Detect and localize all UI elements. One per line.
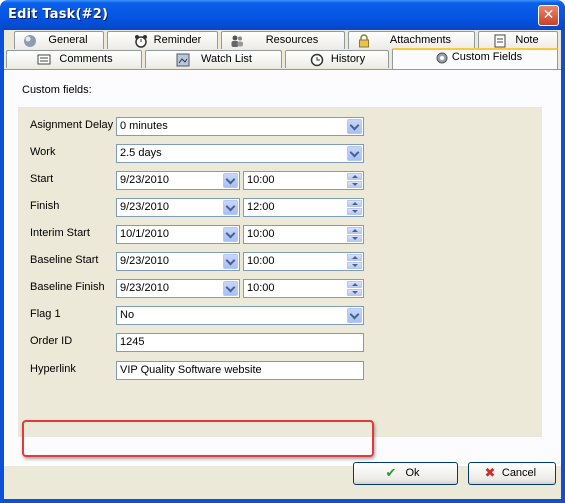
field-value: 0 minutes xyxy=(120,120,168,132)
spin-down-icon[interactable] xyxy=(347,235,362,242)
field-value: 1245 xyxy=(120,336,145,348)
field-value: 9/23/2010 xyxy=(120,282,169,294)
field-label: Start xyxy=(30,173,54,185)
tab-attachments[interactable]: Attachments xyxy=(348,31,475,49)
field-label: Interim Start xyxy=(30,227,90,239)
tab-comments[interactable]: Comments xyxy=(6,50,142,68)
baseline-start-time-spinner[interactable]: 10:00 xyxy=(243,252,364,271)
field-value: VIP Quality Software website xyxy=(120,364,262,376)
finish-time-spinner[interactable]: 12:00 xyxy=(243,198,364,217)
hyperlink-highlight-box xyxy=(22,420,374,457)
tab-history[interactable]: History xyxy=(285,50,389,68)
tab-label: Watch List xyxy=(201,53,252,65)
tab-label: History xyxy=(330,53,366,65)
tab-row-bottom: Comments Watch List History Custom Field… xyxy=(4,48,561,69)
order-id-input[interactable]: 1245 xyxy=(116,333,364,352)
field-value: 10/1/2010 xyxy=(120,228,169,240)
field-label: Baseline Start xyxy=(30,254,99,266)
tab-label: Reminder xyxy=(153,34,202,46)
field-value: 2.5 days xyxy=(120,147,162,159)
spin-buttons[interactable] xyxy=(347,227,362,242)
baseline-finish-time-spinner[interactable]: 10:00 xyxy=(243,279,364,298)
spin-up-icon[interactable] xyxy=(347,200,362,207)
chevron-down-icon[interactable] xyxy=(223,254,238,269)
field-label: Hyperlink xyxy=(30,363,76,375)
field-value: No xyxy=(120,309,135,321)
spin-up-icon[interactable] xyxy=(347,173,362,180)
start-date-picker[interactable]: 9/23/2010 xyxy=(116,171,240,190)
flag-1-select[interactable]: No xyxy=(116,306,364,325)
tab-custom-fields[interactable]: Custom Fields xyxy=(392,48,558,69)
field-label: Finish xyxy=(30,200,60,212)
spin-down-icon[interactable] xyxy=(347,208,362,215)
cancel-button[interactable]: ✖ Cancel xyxy=(468,462,556,485)
baseline-finish-date-picker[interactable]: 9/23/2010 xyxy=(116,279,240,298)
spin-down-icon[interactable] xyxy=(347,289,362,296)
cancel-label: Cancel xyxy=(501,467,537,479)
chevron-down-icon[interactable] xyxy=(347,119,362,134)
spin-buttons[interactable] xyxy=(347,254,362,269)
chevron-down-icon[interactable] xyxy=(223,173,238,188)
tab-watch-list[interactable]: Watch List xyxy=(145,50,282,68)
tab-label: Attachments xyxy=(389,34,452,46)
spin-down-icon[interactable] xyxy=(347,262,362,269)
work-select[interactable]: 2.5 days xyxy=(116,144,364,163)
tab-note[interactable]: Note xyxy=(478,31,558,49)
field-label: Baseline Finish xyxy=(30,281,105,293)
field-value: 10:00 xyxy=(247,282,275,294)
tab-reminder[interactable]: Reminder xyxy=(107,31,218,49)
start-time-spinner[interactable]: 10:00 xyxy=(243,171,364,190)
title-bar[interactable]: Edit Task(#2) ✕ xyxy=(0,0,565,30)
tab-label: General xyxy=(48,34,88,46)
field-value: 10:00 xyxy=(247,174,275,186)
field-label: Work xyxy=(30,146,56,158)
spin-up-icon[interactable] xyxy=(347,227,362,234)
tab-label: Note xyxy=(515,34,539,46)
hyperlink-input[interactable]: VIP Quality Software website xyxy=(116,361,364,380)
spin-up-icon[interactable] xyxy=(347,281,362,288)
field-value: 9/23/2010 xyxy=(120,174,169,186)
field-value: 9/23/2010 xyxy=(120,255,169,267)
interim-start-time-spinner[interactable]: 10:00 xyxy=(243,225,364,244)
field-value: 10:00 xyxy=(247,228,275,240)
custom-fields-panel: Custom fields: Asignment Delay 0 minutes… xyxy=(4,69,561,466)
tab-label: Comments xyxy=(59,53,113,65)
assignment-delay-select[interactable]: 0 minutes xyxy=(116,117,364,136)
chevron-down-icon[interactable] xyxy=(223,200,238,215)
spin-up-icon[interactable] xyxy=(347,254,362,261)
baseline-start-date-picker[interactable]: 9/23/2010 xyxy=(116,252,240,271)
field-value: 10:00 xyxy=(247,255,275,267)
edit-task-window: Edit Task(#2) ✕ General Reminder Resourc… xyxy=(0,0,565,503)
interim-start-date-picker[interactable]: 10/1/2010 xyxy=(116,225,240,244)
custom-fields-heading: Custom fields: xyxy=(22,84,92,96)
chevron-down-icon[interactable] xyxy=(223,227,238,242)
chevron-down-icon[interactable] xyxy=(223,281,238,296)
field-value: 12:00 xyxy=(247,201,275,213)
tab-label: Resources xyxy=(265,34,319,46)
window-title: Edit Task(#2) xyxy=(8,7,109,22)
spin-buttons[interactable] xyxy=(347,281,362,296)
chevron-down-icon[interactable] xyxy=(347,308,362,323)
close-icon[interactable]: ✕ xyxy=(538,5,559,26)
ok-label: Ok xyxy=(405,467,420,479)
tab-label: Custom Fields xyxy=(451,51,523,63)
chevron-down-icon[interactable] xyxy=(347,146,362,161)
custom-fields-grid: Asignment Delay 0 minutes Work 2.5 days … xyxy=(18,107,542,457)
field-label: Asignment Delay xyxy=(30,119,114,131)
field-value: 9/23/2010 xyxy=(120,201,169,213)
dialog-client: General Reminder Resources Attachments N… xyxy=(4,30,561,499)
spin-buttons[interactable] xyxy=(347,200,362,215)
spin-down-icon[interactable] xyxy=(347,181,362,188)
spin-buttons[interactable] xyxy=(347,173,362,188)
tab-resources[interactable]: Resources xyxy=(221,31,345,49)
finish-date-picker[interactable]: 9/23/2010 xyxy=(116,198,240,217)
field-label: Flag 1 xyxy=(30,308,61,320)
tab-general[interactable]: General xyxy=(14,31,104,49)
ok-button[interactable]: ✔ Ok xyxy=(353,462,458,485)
field-label: Order ID xyxy=(30,335,73,347)
